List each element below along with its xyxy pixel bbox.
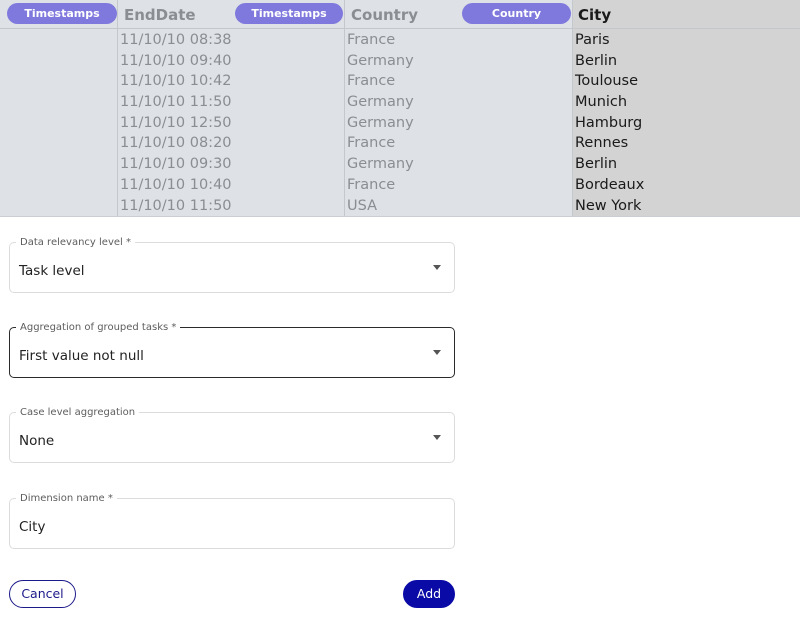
table-cell: 11/10/10 09:30 bbox=[120, 156, 232, 173]
table-cell: Bordeaux bbox=[575, 176, 645, 193]
table-cell: New York bbox=[575, 197, 642, 214]
table-cell: France bbox=[347, 73, 396, 90]
table-cell: 11/10/10 10:42 bbox=[120, 73, 232, 90]
column-enddate[interactable]: 11/10/10 08:38 11/10/10 09:40 11/10/10 1… bbox=[118, 0, 345, 216]
table-header-row: Timestamps EndDate Timestamps Country Co… bbox=[0, 0, 800, 29]
table-cell: Munich bbox=[575, 94, 628, 111]
aggregation-value: First value not null bbox=[19, 348, 144, 364]
data-relevancy-label: Data relevancy level * bbox=[16, 236, 135, 249]
add-button[interactable]: Add bbox=[403, 580, 455, 608]
table-cell: 11/10/10 10:40 bbox=[120, 176, 232, 193]
table-cell: USA bbox=[347, 197, 378, 214]
country-tag-button[interactable]: Country bbox=[462, 3, 571, 24]
chevron-down-icon[interactable] bbox=[433, 435, 441, 440]
case-aggregation-label: Case level aggregation bbox=[16, 406, 140, 419]
dimension-name-field[interactable]: Dimension name * City bbox=[9, 492, 455, 549]
table-cell: 11/10/10 11:50 bbox=[120, 94, 232, 111]
dimension-name-value[interactable]: City bbox=[19, 519, 45, 535]
table-cell: Germany bbox=[347, 156, 414, 173]
enddate-column-title: EndDate bbox=[124, 6, 196, 24]
city-values: Paris Berlin Toulouse Munich Hamburg Ren… bbox=[575, 30, 644, 216]
case-aggregation-value: None bbox=[19, 433, 55, 449]
case-level-aggregation-select[interactable]: Case level aggregation None bbox=[9, 406, 455, 463]
chevron-down-icon[interactable] bbox=[433, 350, 441, 355]
table-cell: France bbox=[347, 32, 396, 48]
table-cell: 11/10/10 09:40 bbox=[120, 52, 232, 69]
data-relevancy-value: Task level bbox=[19, 263, 85, 279]
table-cell: 11/10/10 08:20 bbox=[120, 135, 232, 152]
table-cell: Hamburg bbox=[575, 114, 643, 131]
table-cell: 11/10/10 11:50 bbox=[120, 197, 232, 214]
timestamps-tag-button[interactable]: Timestamps bbox=[235, 3, 343, 24]
table-cell: France bbox=[347, 176, 396, 193]
data-relevancy-select[interactable]: Data relevancy level * Task level bbox=[9, 236, 455, 293]
table-cell: Paris bbox=[575, 32, 610, 48]
column-city-selected[interactable]: Paris Berlin Toulouse Munich Hamburg Ren… bbox=[573, 0, 800, 216]
table-cell: Berlin bbox=[575, 156, 618, 173]
table-cell: France bbox=[347, 135, 396, 152]
city-column-title: City bbox=[578, 6, 612, 24]
column-timestamps[interactable] bbox=[0, 0, 118, 216]
table-cell: 11/10/10 12:50 bbox=[120, 114, 232, 131]
column-country[interactable]: France Germany France Germany Germany Fr… bbox=[345, 0, 573, 216]
timestamps-tag-button[interactable]: Timestamps bbox=[7, 3, 117, 24]
table-cell: Toulouse bbox=[575, 73, 639, 90]
country-column-title: Country bbox=[351, 6, 419, 24]
cancel-button[interactable]: Cancel bbox=[9, 580, 76, 608]
table-cell: 11/10/10 08:38 bbox=[120, 32, 232, 48]
table-cell: Germany bbox=[347, 94, 414, 111]
table-cell: Berlin bbox=[575, 52, 618, 69]
dimension-name-label: Dimension name * bbox=[16, 492, 117, 505]
chevron-down-icon[interactable] bbox=[433, 265, 441, 270]
data-preview-table: 11/10/10 08:38 11/10/10 09:40 11/10/10 1… bbox=[0, 0, 800, 217]
table-cell: Germany bbox=[347, 114, 414, 131]
enddate-values: 11/10/10 08:38 11/10/10 09:40 11/10/10 1… bbox=[120, 30, 232, 216]
aggregation-grouped-tasks-select[interactable]: Aggregation of grouped tasks * First val… bbox=[9, 321, 455, 378]
table-cell: Rennes bbox=[575, 135, 629, 152]
aggregation-label: Aggregation of grouped tasks * bbox=[16, 321, 181, 334]
table-cell: Germany bbox=[347, 52, 414, 69]
country-values: France Germany France Germany Germany Fr… bbox=[347, 30, 414, 216]
